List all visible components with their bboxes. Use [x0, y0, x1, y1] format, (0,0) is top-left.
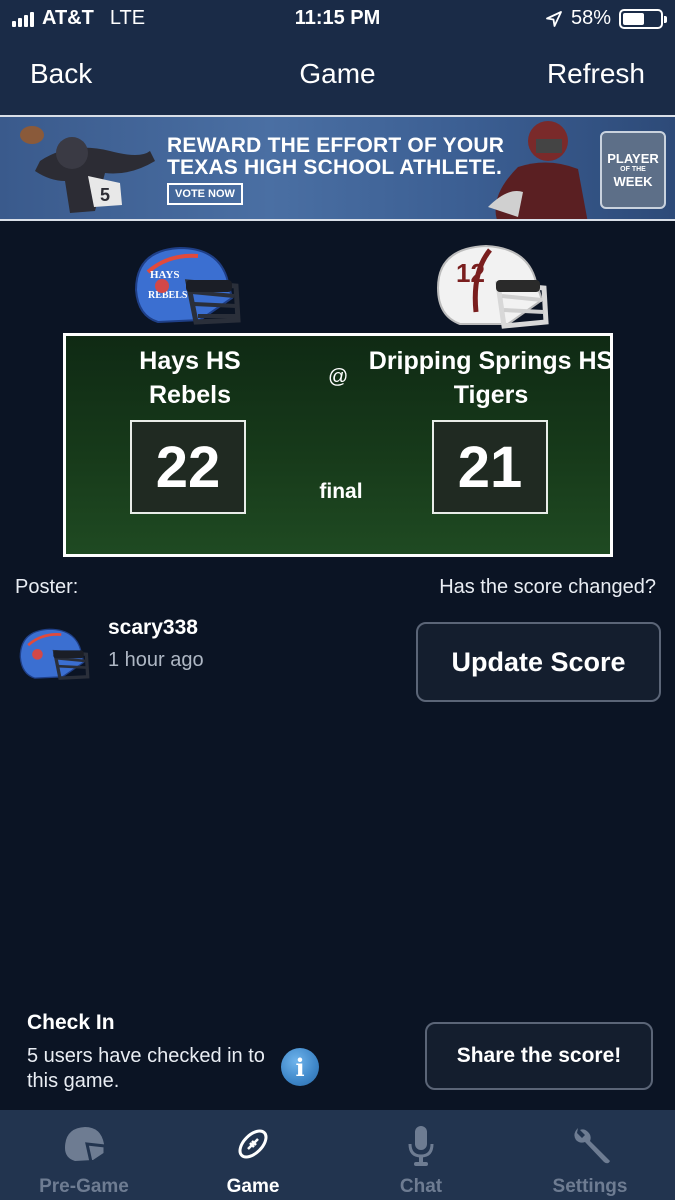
poster-timestamp: 1 hour ago — [108, 649, 204, 671]
ad-player-image-2 — [478, 117, 598, 219]
nav-bar: Back Game Refresh — [0, 50, 675, 102]
badge-line-2: WEEK — [613, 174, 653, 189]
tab-game[interactable]: Game — [169, 1110, 337, 1200]
poster-username[interactable]: scary338 — [108, 616, 198, 640]
location-arrow-icon — [545, 10, 563, 28]
tab-label: Pre-Game — [39, 1176, 129, 1197]
away-team-helmet: 12 — [432, 242, 550, 337]
home-team: Hays HS Rebels — [116, 344, 264, 412]
info-icon[interactable]: i — [281, 1048, 319, 1086]
home-score: 22 — [130, 420, 246, 514]
battery-icon — [619, 8, 667, 29]
away-team: Dripping Springs HS Tigers — [366, 344, 616, 412]
helmet-number: 12 — [456, 258, 485, 288]
player-of-week-badge: PLAYER OF THE WEEK — [600, 131, 666, 209]
tab-label: Chat — [399, 1176, 443, 1197]
ad-banner[interactable]: 5 REWARD THE EFFORT OF YOUR TEXAS HIGH S… — [0, 115, 675, 221]
tab-label: Settings — [552, 1176, 628, 1197]
ad-headline-2: TEXAS HIGH SCHOOL ATHLETE. — [167, 156, 502, 179]
away-school: Dripping Springs HS — [368, 347, 614, 375]
poster-label: Poster: — [15, 576, 79, 598]
refresh-button[interactable]: Refresh — [547, 58, 645, 90]
home-school: Hays HS — [139, 347, 241, 375]
checkin-text: 5 users have checked in to this game. — [27, 1045, 265, 1092]
back-button[interactable]: Back — [30, 58, 92, 90]
tab-settings[interactable]: Settings — [506, 1110, 674, 1200]
football-icon — [169, 1124, 337, 1164]
tab-bar: Pre-Game Game Chat Settings — [0, 1110, 675, 1200]
svg-text:REBELS: REBELS — [148, 290, 188, 301]
score-changed-prompt: Has the score changed? — [439, 576, 656, 598]
at-separator: @ — [328, 366, 349, 388]
wrench-icon — [506, 1124, 674, 1168]
update-score-button[interactable]: Update Score — [416, 622, 661, 702]
svg-text:HAYS: HAYS — [150, 269, 180, 281]
tab-chat[interactable]: Chat — [337, 1110, 505, 1200]
svg-text:5: 5 — [100, 185, 110, 205]
away-mascot: Tigers — [453, 381, 529, 409]
home-mascot: Rebels — [149, 381, 231, 409]
helmet-icon — [0, 1124, 168, 1166]
badge-line-1: PLAYER — [607, 151, 659, 166]
scoreboard: Hays HS Rebels @ Dripping Springs HS Tig… — [63, 333, 613, 557]
microphone-icon — [337, 1124, 505, 1168]
battery-percent: 58% — [570, 7, 611, 29]
home-team-helmet: HAYS REBELS — [128, 242, 243, 337]
checkin-title: Check In — [27, 1011, 115, 1034]
ad-headline-1: REWARD THE EFFORT OF YOUR — [167, 134, 505, 157]
poster-avatar — [15, 625, 91, 690]
away-score: 21 — [432, 420, 548, 514]
share-score-button[interactable]: Share the score! — [425, 1022, 653, 1090]
tab-pre-game[interactable]: Pre-Game — [0, 1110, 168, 1200]
tab-label: Game — [226, 1176, 280, 1197]
ad-player-image: 5 — [10, 121, 160, 219]
status-right: 58% — [545, 7, 667, 30]
status-bar: AT&T LTE 11:15 PM 58% — [0, 0, 675, 38]
vote-now-button[interactable]: VOTE NOW — [167, 183, 243, 205]
game-status: final — [319, 480, 363, 503]
